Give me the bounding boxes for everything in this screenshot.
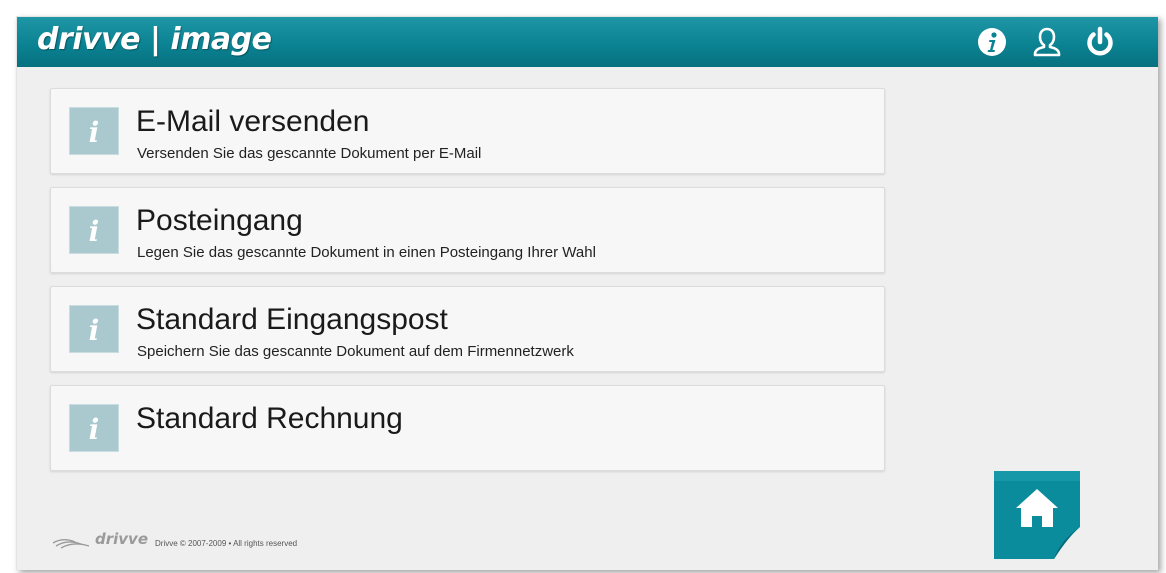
info-icon: i xyxy=(69,206,119,254)
menu-item-title: Standard Eingangspost xyxy=(136,303,448,336)
svg-text:i: i xyxy=(89,215,100,248)
info-icon: i xyxy=(69,404,119,452)
menu-item-description: Versenden Sie das gescannte Dokument per… xyxy=(137,145,482,162)
power-icon[interactable] xyxy=(1083,25,1117,59)
menu-item-title: Posteingang xyxy=(136,204,303,237)
menu-item-eingangspost[interactable]: i Standard Eingangspost Speichern Sie da… xyxy=(50,286,885,372)
footer-brand: drivve xyxy=(95,530,149,548)
home-button[interactable] xyxy=(994,471,1080,559)
menu-item-rechnung[interactable]: i Standard Rechnung xyxy=(50,385,885,471)
menu-item-description: Legen Sie das gescannte Dokument in eine… xyxy=(137,244,596,261)
menu-item-title: E-Mail versenden xyxy=(136,105,370,138)
footer-copyright: Drivve © 2007-2009 • All rights reserved xyxy=(155,539,298,548)
info-icon: i xyxy=(69,305,119,353)
menu-item-description: Speichern Sie das gescannte Dokument auf… xyxy=(137,343,574,360)
header-bar: drivve | image xyxy=(17,17,1158,67)
svg-text:i: i xyxy=(89,413,100,446)
user-icon[interactable] xyxy=(1030,25,1064,59)
app-window: drivve | image i E-Mail versenden Versen… xyxy=(16,16,1158,570)
info-icon[interactable] xyxy=(975,25,1009,59)
menu-item-title: Standard Rechnung xyxy=(136,402,403,435)
menu-item-email[interactable]: i E-Mail versenden Versenden Sie das ges… xyxy=(50,88,885,174)
app-logo: drivve | image xyxy=(37,22,272,57)
menu-item-posteingang[interactable]: i Posteingang Legen Sie das gescannte Do… xyxy=(50,187,885,273)
svg-text:i: i xyxy=(89,116,100,149)
info-icon: i xyxy=(69,107,119,155)
svg-text:i: i xyxy=(89,314,100,347)
